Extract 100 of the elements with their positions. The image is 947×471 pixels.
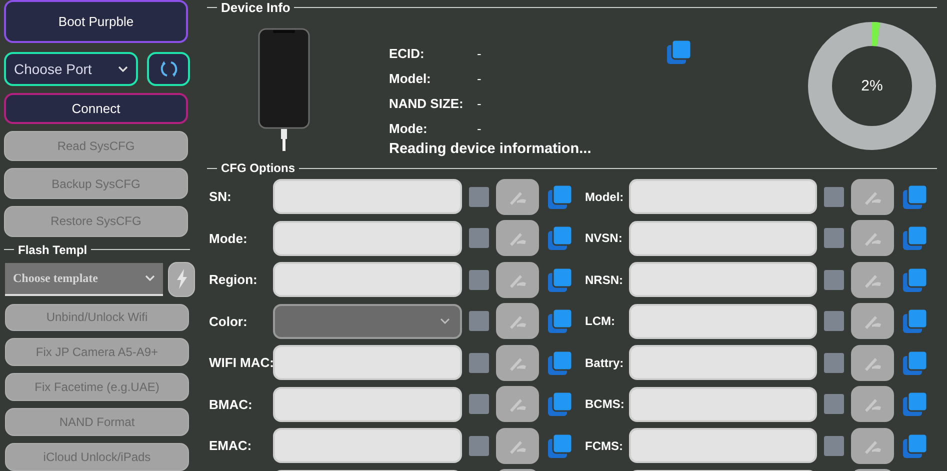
boot-button[interactable]: Boot Purpble bbox=[4, 0, 188, 43]
input-field[interactable] bbox=[629, 386, 817, 422]
field-label: Model: bbox=[585, 190, 625, 204]
input-field[interactable] bbox=[273, 428, 462, 464]
connect-button[interactable]: Connect bbox=[4, 92, 188, 124]
signature-icon bbox=[508, 230, 528, 246]
field-label: Region: bbox=[209, 272, 258, 288]
chevron-icon bbox=[118, 66, 128, 72]
signature-button[interactable] bbox=[851, 220, 894, 256]
field-label: LCM: bbox=[585, 314, 616, 328]
copy-icon[interactable] bbox=[547, 266, 573, 293]
info-value: - bbox=[477, 96, 482, 111]
field-label: NRSN: bbox=[585, 272, 624, 287]
info-value: - bbox=[477, 121, 482, 136]
info-label: ECID: bbox=[389, 46, 426, 61]
input-field[interactable] bbox=[273, 386, 462, 422]
signature-button[interactable] bbox=[496, 262, 539, 298]
copy-icon[interactable] bbox=[902, 432, 928, 459]
info-label: Mode: bbox=[389, 121, 428, 136]
template-dropdown[interactable]: Choose template bbox=[5, 262, 164, 296]
signature-button[interactable] bbox=[851, 428, 894, 464]
signature-button[interactable] bbox=[496, 303, 539, 340]
color-dropdown[interactable] bbox=[273, 304, 462, 339]
input-field[interactable] bbox=[629, 179, 817, 214]
field-label: SN: bbox=[209, 189, 232, 204]
copy-icon[interactable] bbox=[547, 350, 573, 376]
signature-button[interactable] bbox=[496, 220, 539, 256]
signature-button[interactable] bbox=[496, 386, 539, 422]
signature-icon bbox=[862, 230, 882, 246]
copy-icon[interactable] bbox=[547, 225, 573, 252]
signature-icon bbox=[508, 396, 528, 412]
copy-icon[interactable] bbox=[902, 391, 928, 418]
refresh-button[interactable] bbox=[147, 52, 190, 86]
field-label: WIFI MAC: bbox=[209, 355, 273, 370]
field-label: EMAC: bbox=[209, 438, 253, 454]
copy-icon[interactable] bbox=[547, 391, 573, 418]
field-label: Color: bbox=[209, 314, 248, 329]
signature-button[interactable] bbox=[851, 344, 894, 381]
copy-icon[interactable] bbox=[902, 308, 928, 334]
checkbox[interactable] bbox=[824, 436, 844, 456]
input-field[interactable] bbox=[629, 220, 817, 256]
checkbox[interactable] bbox=[824, 394, 844, 414]
signature-button[interactable] bbox=[851, 386, 894, 422]
info-label: NAND SIZE: bbox=[389, 96, 464, 111]
lightning-icon bbox=[176, 269, 188, 290]
copy-icon[interactable] bbox=[902, 225, 928, 252]
field-label: FCMS: bbox=[585, 438, 624, 453]
signature-button[interactable] bbox=[851, 303, 894, 340]
signature-button[interactable] bbox=[496, 428, 539, 464]
checkbox[interactable] bbox=[469, 394, 489, 414]
port-dropdown[interactable]: Choose Port bbox=[4, 52, 138, 86]
checkbox[interactable] bbox=[469, 186, 489, 207]
checkbox[interactable] bbox=[824, 228, 844, 248]
checkbox[interactable] bbox=[469, 352, 489, 373]
copy-icon[interactable] bbox=[666, 39, 692, 65]
input-field[interactable] bbox=[273, 345, 462, 380]
signature-icon bbox=[508, 313, 528, 330]
signature-button[interactable] bbox=[496, 344, 539, 381]
signature-button[interactable] bbox=[851, 262, 894, 298]
input-field[interactable] bbox=[629, 428, 817, 464]
copy-icon[interactable] bbox=[902, 350, 928, 376]
input-field[interactable] bbox=[273, 179, 462, 214]
field-label: NVSN: bbox=[585, 231, 624, 246]
info-value: - bbox=[477, 46, 482, 61]
section-legend: CFG Options bbox=[221, 161, 295, 175]
section-legend: Flash Templ bbox=[18, 242, 88, 257]
refresh-icon bbox=[158, 58, 178, 79]
checkbox[interactable] bbox=[469, 436, 489, 456]
checkbox[interactable] bbox=[824, 311, 844, 332]
signature-button[interactable] bbox=[851, 178, 894, 215]
checkbox[interactable] bbox=[824, 352, 844, 373]
info-value: - bbox=[477, 71, 482, 86]
copy-icon[interactable] bbox=[902, 184, 928, 210]
signature-button[interactable] bbox=[496, 178, 539, 215]
input-field[interactable] bbox=[273, 220, 462, 256]
chevron-icon bbox=[440, 318, 450, 324]
field-label: Mode: bbox=[209, 230, 248, 246]
input-field[interactable] bbox=[629, 345, 817, 380]
input-field[interactable] bbox=[629, 304, 817, 339]
checkbox[interactable] bbox=[469, 311, 489, 332]
info-label: Model: bbox=[389, 71, 432, 86]
copy-icon[interactable] bbox=[547, 308, 573, 334]
input-field[interactable] bbox=[629, 262, 817, 298]
section-legend: Device Info bbox=[221, 0, 290, 15]
signature-icon bbox=[862, 313, 882, 330]
progress-reading: 2% bbox=[861, 78, 883, 94]
field-label: BMAC: bbox=[209, 396, 254, 412]
checkbox[interactable] bbox=[469, 228, 489, 248]
checkbox[interactable] bbox=[824, 186, 844, 207]
checkbox[interactable] bbox=[469, 270, 489, 290]
checkbox[interactable] bbox=[824, 270, 844, 290]
status-text: Reading device information... bbox=[389, 141, 592, 157]
field-label: Battry: bbox=[585, 356, 625, 370]
chevron-icon bbox=[145, 275, 156, 282]
input-field[interactable] bbox=[273, 262, 462, 298]
copy-icon[interactable] bbox=[547, 432, 573, 459]
copy-icon[interactable] bbox=[902, 266, 928, 293]
copy-icon[interactable] bbox=[547, 184, 573, 210]
field-label: BCMS: bbox=[585, 397, 626, 412]
signature-icon bbox=[862, 396, 882, 412]
